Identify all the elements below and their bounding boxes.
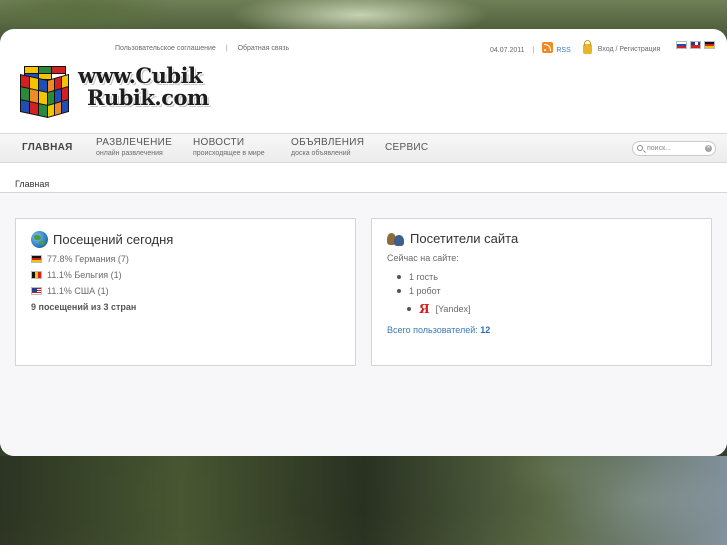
- nav-label: Главная: [22, 142, 73, 153]
- visits-total: 9 посещений из 3 стран: [31, 302, 137, 312]
- rss-icon[interactable]: [542, 42, 554, 53]
- nav-item-service[interactable]: Сервис: [385, 142, 428, 153]
- nav-label: Новости: [193, 137, 245, 148]
- panel-title-text: Посетители сайта: [410, 231, 519, 246]
- rss-link[interactable]: RSS: [556, 47, 570, 54]
- date-label: 04.07.2011: [490, 46, 525, 54]
- nav-item-entertainment[interactable]: Развлечение онлайн развлечения: [96, 137, 172, 157]
- flag-de-icon: [31, 255, 42, 263]
- flag-be-icon: [31, 271, 42, 279]
- nav-label: Сервис: [385, 142, 429, 153]
- search-placeholder: поиск...: [647, 145, 671, 152]
- rubik-cube-icon: [20, 65, 70, 119]
- logo-text: www.Cubik Rubik.com: [78, 65, 209, 109]
- terms-link[interactable]: Пользовательское соглашение: [115, 45, 216, 52]
- list-item: 1 гость: [387, 271, 696, 283]
- breadcrumb[interactable]: Главная: [15, 179, 49, 189]
- list-item: 77.8% Германия (7): [31, 253, 340, 265]
- nav-sublabel: онлайн развлечения: [96, 150, 163, 157]
- main-nav: Главная Развлечение онлайн развлечения Н…: [0, 133, 727, 163]
- lock-icon: [582, 40, 592, 54]
- yandex-icon: Я: [419, 302, 430, 316]
- nav-item-news[interactable]: Новости происходящее в мире: [193, 137, 265, 157]
- flag-de-icon[interactable]: [704, 41, 715, 49]
- nav-sublabel: происходящее в мире: [193, 150, 265, 157]
- header-right: 04.07.2011 | RSS Вход / Регистрация: [490, 40, 661, 54]
- bot-item: Я [Yandex]: [397, 302, 696, 316]
- list-item: 11.1% США (1): [31, 285, 340, 297]
- clear-icon[interactable]: ×: [705, 145, 712, 152]
- bot-name: [Yandex]: [435, 304, 471, 314]
- language-switcher: [676, 41, 715, 49]
- flag-us-icon: [31, 287, 42, 295]
- total-users-label: Всего пользователей:: [387, 325, 478, 335]
- flag-en-icon[interactable]: [690, 41, 701, 49]
- search-icon: [637, 145, 643, 151]
- list-item: 11.1% Бельгия (1): [31, 269, 340, 281]
- site-logo[interactable]: www.Cubik Rubik.com: [20, 65, 209, 119]
- visits-panel: Посещений сегодня 77.8% Германия (7) 11.…: [15, 218, 356, 366]
- visitors-title: Посетители сайта: [387, 231, 696, 246]
- stat-text: 11.1% США (1): [47, 286, 109, 296]
- stat-text: 11.1% Бельгия (1): [47, 270, 122, 280]
- stat-text: 77.8% Германия (7): [47, 254, 129, 264]
- visitors-panel: Посетители сайта Сейчас на сайте: 1 гост…: [371, 218, 712, 366]
- globe-icon: [31, 231, 48, 248]
- total-users-value: 12: [480, 325, 491, 335]
- nav-item-home[interactable]: Главная: [22, 142, 73, 153]
- panel-title-text: Посещений сегодня: [53, 232, 174, 247]
- login-link[interactable]: Вход / Регистрация: [598, 46, 661, 53]
- list-item: 1 робот: [387, 285, 696, 297]
- bullet: [397, 303, 419, 315]
- nav-item-ads[interactable]: Объявления доска объявлений: [291, 137, 364, 157]
- users-icon: [387, 231, 404, 246]
- nav-sublabel: доска объявлений: [291, 150, 351, 157]
- online-label: Сейчас на сайте:: [387, 253, 459, 263]
- flag-ru-icon[interactable]: [676, 41, 687, 49]
- page-container: Пользовательское соглашение | Обратная с…: [0, 29, 727, 456]
- background-waterfall: [0, 456, 727, 545]
- logo-line-2: Rubik.com: [87, 85, 209, 110]
- separator: |: [532, 46, 535, 54]
- visits-title: Посещений сегодня: [31, 231, 340, 248]
- top-links: Пользовательское соглашение | Обратная с…: [115, 45, 289, 52]
- feedback-link[interactable]: Обратная связь: [238, 45, 290, 52]
- search-input[interactable]: поиск... ×: [632, 141, 716, 156]
- logo-line-1: www.Cubik: [78, 63, 203, 88]
- separator: |: [225, 45, 228, 52]
- nav-label: Объявления: [291, 137, 365, 148]
- nav-label: Развлечение: [96, 137, 173, 148]
- total-users: Всего пользователей: 12: [387, 325, 696, 335]
